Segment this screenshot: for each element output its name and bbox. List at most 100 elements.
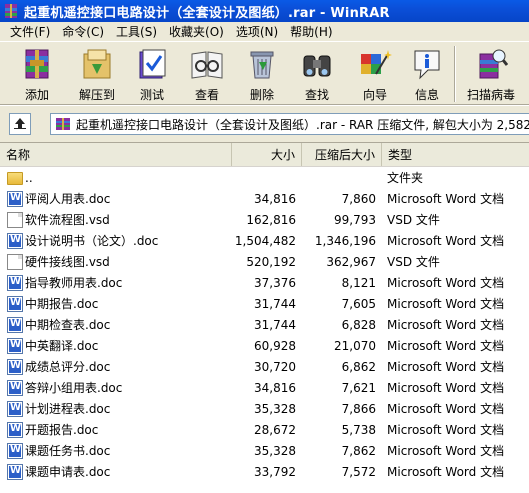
file-name: .. xyxy=(25,170,33,185)
info-button[interactable]: 信息 xyxy=(404,42,450,104)
file-name: 设计说明书（论文）.doc xyxy=(25,234,159,248)
column-header-name[interactable]: 名称 xyxy=(0,143,232,166)
file-name: 硬件接线图.vsd xyxy=(25,255,110,269)
file-size: 28,672 xyxy=(254,422,296,437)
wizard-button[interactable]: 向导 xyxy=(346,42,404,104)
file-packed-size: 7,572 xyxy=(341,464,376,479)
table-row[interactable]: 评阅人用表.doc 34,816 7,860 Microsoft Word 文档 xyxy=(0,188,529,209)
file-name: 课题申请表.doc xyxy=(25,465,111,479)
word-doc-icon xyxy=(7,190,23,207)
menu-options[interactable]: 选项(N) xyxy=(230,23,284,40)
delete-button[interactable]: 删除 xyxy=(236,42,288,104)
file-name: 指导教师用表.doc xyxy=(25,276,123,290)
word-doc-icon xyxy=(7,274,23,291)
up-one-level-button[interactable] xyxy=(9,113,31,135)
file-packed-size: 362,967 xyxy=(326,254,376,269)
file-size: 33,792 xyxy=(254,464,296,479)
column-header-size[interactable]: 大小 xyxy=(232,143,302,166)
file-type: 文件夹 xyxy=(387,171,424,185)
delete-icon xyxy=(245,46,279,82)
file-type: Microsoft Word 文档 xyxy=(387,297,505,311)
file-name: 中期检查表.doc xyxy=(25,318,111,332)
word-doc-icon xyxy=(7,400,23,417)
table-row[interactable]: 成绩总评分.doc 30,720 6,862 Microsoft Word 文档 xyxy=(0,356,529,377)
test-button[interactable]: 测试 xyxy=(126,42,178,104)
view-button[interactable]: 查看 xyxy=(178,42,236,104)
add-archive-icon xyxy=(20,46,54,82)
info-icon xyxy=(410,46,444,82)
column-header-type[interactable]: 类型 xyxy=(382,143,529,166)
file-size: 35,328 xyxy=(254,443,296,458)
menu-bar: 文件(F) 命令(C) 工具(S) 收藏夹(O) 选项(N) 帮助(H) xyxy=(0,22,529,41)
file-type: Microsoft Word 文档 xyxy=(387,444,505,458)
table-row[interactable]: 中期报告.doc 31,744 7,605 Microsoft Word 文档 xyxy=(0,293,529,314)
file-size: 31,744 xyxy=(254,296,296,311)
menu-favorites[interactable]: 收藏夹(O) xyxy=(163,23,230,40)
table-row[interactable]: 课题任务书.doc 35,328 7,862 Microsoft Word 文档 xyxy=(0,440,529,461)
table-row[interactable]: 指导教师用表.doc 37,376 8,121 Microsoft Word 文… xyxy=(0,272,529,293)
file-packed-size: 1,346,196 xyxy=(314,233,376,248)
file-type: Microsoft Word 文档 xyxy=(387,339,505,353)
table-row[interactable]: 设计说明书（论文）.doc 1,504,482 1,346,196 Micros… xyxy=(0,230,529,251)
word-doc-icon xyxy=(7,295,23,312)
file-type: Microsoft Word 文档 xyxy=(387,465,505,479)
view-icon xyxy=(190,46,224,82)
virus-scan-button[interactable]: 扫描病毒 xyxy=(459,42,523,104)
word-doc-icon xyxy=(7,316,23,333)
file-type: Microsoft Word 文档 xyxy=(387,402,505,416)
title-bar: 起重机遥控接口电路设计（全套设计及图纸）.rar - WinRAR xyxy=(0,0,529,22)
extract-to-icon xyxy=(80,46,114,82)
extract-to-button[interactable]: 解压到 xyxy=(68,42,126,104)
table-row[interactable]: .. 文件夹 xyxy=(0,167,529,188)
file-packed-size: 5,738 xyxy=(341,422,376,437)
table-row[interactable]: 计划进程表.doc 35,328 7,866 Microsoft Word 文档 xyxy=(0,398,529,419)
file-packed-size: 7,860 xyxy=(341,191,376,206)
path-field[interactable]: 起重机遥控接口电路设计（全套设计及图纸）.rar - RAR 压缩文件, 解包大… xyxy=(50,113,529,135)
column-header-packed[interactable]: 压缩后大小 xyxy=(302,143,382,166)
table-row[interactable]: 中英翻译.doc 60,928 21,070 Microsoft Word 文档 xyxy=(0,335,529,356)
file-size: 1,504,482 xyxy=(234,233,296,248)
file-name: 评阅人用表.doc xyxy=(25,192,111,206)
file-packed-size: 8,121 xyxy=(341,275,376,290)
table-row[interactable]: 课题申请表.doc 33,792 7,572 Microsoft Word 文档 xyxy=(0,461,529,482)
file-type: VSD 文件 xyxy=(387,213,440,227)
find-button[interactable]: 查找 xyxy=(288,42,346,104)
file-packed-size: 7,866 xyxy=(341,401,376,416)
menu-tools[interactable]: 工具(S) xyxy=(110,23,163,40)
menu-file[interactable]: 文件(F) xyxy=(4,23,56,40)
file-type: Microsoft Word 文档 xyxy=(387,234,505,248)
file-name: 开题报告.doc xyxy=(25,423,99,437)
vsd-file-icon xyxy=(7,211,23,228)
file-type: Microsoft Word 文档 xyxy=(387,360,505,374)
file-list: 名称 大小 压缩后大小 类型 .. 文件夹 评阅人用表.doc 34,816 7… xyxy=(0,142,529,493)
file-packed-size: 6,862 xyxy=(341,359,376,374)
menu-help[interactable]: 帮助(H) xyxy=(284,23,338,40)
file-rows: .. 文件夹 评阅人用表.doc 34,816 7,860 Microsoft … xyxy=(0,167,529,482)
file-packed-size: 6,828 xyxy=(341,317,376,332)
word-doc-icon xyxy=(7,379,23,396)
word-doc-icon xyxy=(7,358,23,375)
file-packed-size: 7,862 xyxy=(341,443,376,458)
table-row[interactable]: 答辩小组用表.doc 34,816 7,621 Microsoft Word 文… xyxy=(0,377,529,398)
virus-scan-icon xyxy=(474,46,509,82)
file-size: 162,816 xyxy=(246,212,296,227)
file-type: Microsoft Word 文档 xyxy=(387,276,505,290)
file-type: Microsoft Word 文档 xyxy=(387,381,505,395)
list-header: 名称 大小 压缩后大小 类型 xyxy=(0,143,529,167)
file-size: 34,816 xyxy=(254,191,296,206)
add-button[interactable]: 添加 xyxy=(6,42,68,104)
table-row[interactable]: 中期检查表.doc 31,744 6,828 Microsoft Word 文档 xyxy=(0,314,529,335)
table-row[interactable]: 硬件接线图.vsd 520,192 362,967 VSD 文件 xyxy=(0,251,529,272)
file-type: Microsoft Word 文档 xyxy=(387,423,505,437)
file-name: 中英翻译.doc xyxy=(25,339,99,353)
up-arrow-icon xyxy=(13,116,27,133)
file-name: 计划进程表.doc xyxy=(25,402,111,416)
menu-commands[interactable]: 命令(C) xyxy=(56,23,110,40)
address-bar: 起重机遥控接口电路设计（全套设计及图纸）.rar - RAR 压缩文件, 解包大… xyxy=(0,106,529,142)
file-name: 答辩小组用表.doc xyxy=(25,381,123,395)
table-row[interactable]: 开题报告.doc 28,672 5,738 Microsoft Word 文档 xyxy=(0,419,529,440)
winrar-app-icon[interactable] xyxy=(3,3,19,19)
file-packed-size: 7,605 xyxy=(341,296,376,311)
table-row[interactable]: 软件流程图.vsd 162,816 99,793 VSD 文件 xyxy=(0,209,529,230)
word-doc-icon xyxy=(7,232,23,249)
